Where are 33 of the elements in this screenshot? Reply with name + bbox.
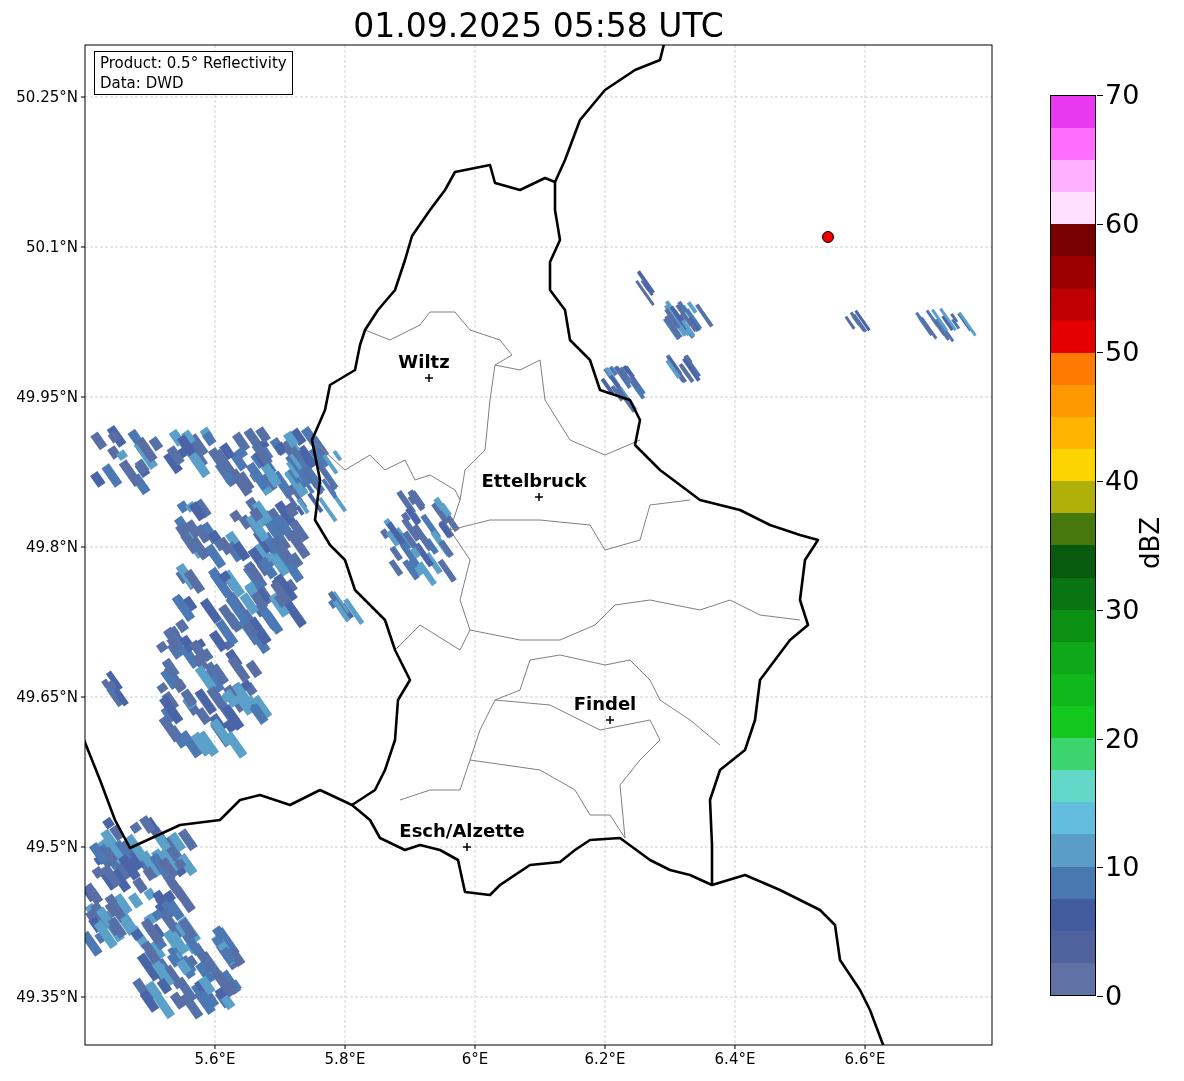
city-marker-icon xyxy=(605,715,615,725)
axis-tick-label: 6.6°E xyxy=(843,1050,887,1068)
city-label: Ettelbruck xyxy=(481,470,587,491)
axis-tick-label: 6.2°E xyxy=(583,1050,627,1068)
axis-tick-label: 5.6°E xyxy=(193,1050,237,1068)
colorbar-tick-label: 10 xyxy=(1105,852,1140,883)
city-marker-icon xyxy=(424,373,434,383)
axis-tick-label: 49.65°N xyxy=(16,688,78,706)
city-marker-icon xyxy=(534,492,544,502)
colorbar-tick-label: 20 xyxy=(1105,723,1140,754)
city-marker-icon xyxy=(462,842,472,852)
colorbar-tick-label: 70 xyxy=(1105,80,1140,110)
axis-tick-label: 49.8°N xyxy=(25,538,78,556)
colorbar-label: dBZ xyxy=(1135,515,1165,572)
city-label: Findel xyxy=(573,693,637,714)
colorbar-tick-label: 30 xyxy=(1105,594,1140,625)
info-box: Product: 0.5° Reflectivity Data: DWD xyxy=(94,51,293,95)
axis-tick-label: 6.4°E xyxy=(713,1050,757,1068)
colorbar-tick-label: 0 xyxy=(1105,981,1123,1011)
colorbar-tick-label: 60 xyxy=(1105,208,1140,239)
colorbar-tick-label: 50 xyxy=(1105,337,1140,368)
axis-tick-label: 49.5°N xyxy=(25,838,78,856)
axis-tick-label: 5.8°E xyxy=(323,1050,367,1068)
city-label: Esch/Alzette xyxy=(399,820,525,841)
axis-tick-label: 50.1°N xyxy=(25,238,78,256)
colorbar-tick-label: 40 xyxy=(1105,466,1140,497)
axis-tick-label: 6°E xyxy=(460,1050,490,1068)
axis-tick-label: 50.25°N xyxy=(16,88,78,106)
axis-tick-label: 49.35°N xyxy=(16,988,78,1006)
axis-tick-label: 49.95°N xyxy=(16,388,78,406)
city-label: Wiltz xyxy=(398,351,450,372)
chart-title: 01.09.2025 05:58 UTC xyxy=(352,6,725,46)
radar-site-marker xyxy=(822,231,834,243)
